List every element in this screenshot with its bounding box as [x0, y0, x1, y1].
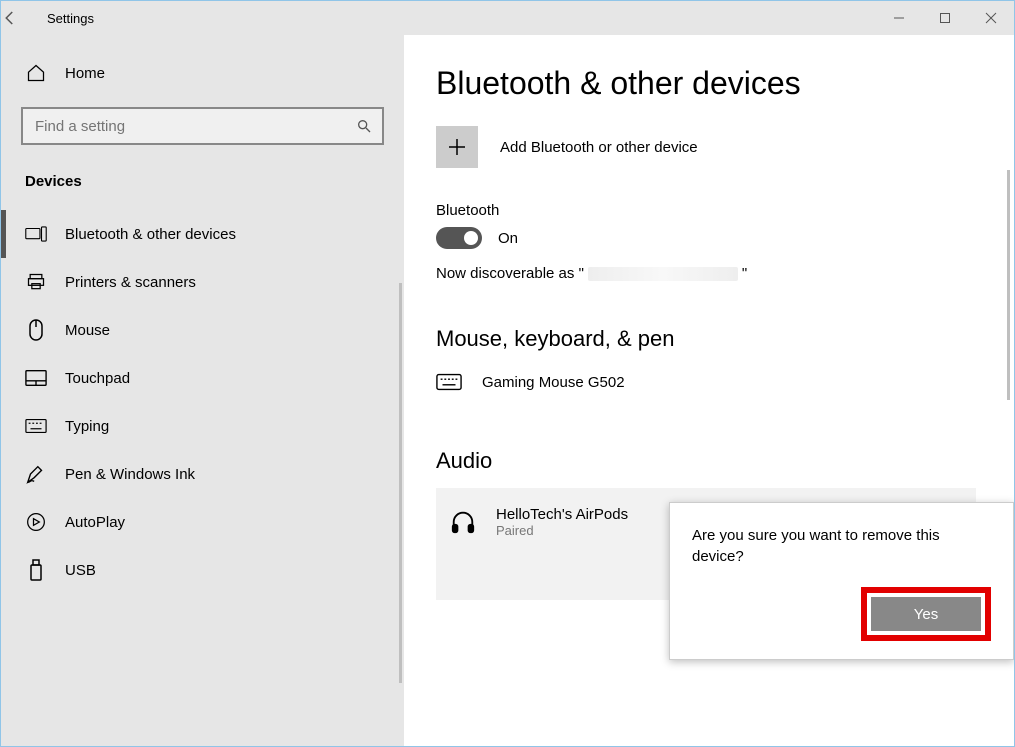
- sidebar-item-label: USB: [65, 562, 96, 579]
- usb-icon: [25, 559, 47, 581]
- pen-icon: [25, 463, 47, 485]
- sidebar-item-printers[interactable]: Printers & scanners: [21, 258, 384, 306]
- add-device-button[interactable]: Add Bluetooth or other device: [436, 126, 984, 168]
- bluetooth-label: Bluetooth: [436, 202, 984, 219]
- sidebar: Home Devices Bluetooth & other devices: [1, 35, 404, 746]
- device-name: HelloTech's AirPods: [496, 506, 628, 523]
- main-panel: Bluetooth & other devices Add Bluetooth …: [404, 35, 1014, 746]
- mouse-section-heading: Mouse, keyboard, & pen: [436, 326, 984, 352]
- sidebar-item-label: Bluetooth & other devices: [65, 226, 236, 243]
- yes-button[interactable]: Yes: [871, 597, 981, 631]
- search-icon: [356, 118, 372, 134]
- device-status: Paired: [496, 523, 628, 538]
- confirm-remove-dialog: Are you sure you want to remove this dev…: [669, 502, 1014, 660]
- window-controls: [876, 1, 1014, 35]
- discover-suffix: ": [742, 265, 747, 282]
- sidebar-item-label: Touchpad: [65, 370, 130, 387]
- sidebar-item-label: AutoPlay: [65, 514, 125, 531]
- search-input[interactable]: [33, 117, 356, 136]
- sidebar-scrollbar[interactable]: [399, 283, 402, 683]
- home-label: Home: [65, 65, 105, 82]
- search-box[interactable]: [21, 107, 384, 145]
- headphones-icon: [450, 508, 476, 536]
- redacted-name: [588, 267, 738, 281]
- sidebar-item-mouse[interactable]: Mouse: [21, 306, 384, 354]
- bluetooth-state: On: [498, 230, 518, 247]
- minimize-button[interactable]: [876, 1, 922, 35]
- nav-list: Bluetooth & other devices Printers & sca…: [21, 210, 384, 594]
- dialog-message: Are you sure you want to remove this dev…: [692, 525, 991, 567]
- sidebar-item-label: Printers & scanners: [65, 274, 196, 291]
- titlebar: Settings: [1, 1, 1014, 35]
- back-button[interactable]: [1, 9, 47, 27]
- sidebar-item-label: Mouse: [65, 322, 110, 339]
- keyboard-device-icon: [436, 372, 462, 392]
- device-row-mouse[interactable]: Gaming Mouse G502: [436, 366, 984, 398]
- main-scrollbar[interactable]: [1007, 170, 1010, 400]
- autoplay-icon: [25, 512, 47, 532]
- home-icon: [25, 63, 47, 83]
- plus-icon: [436, 126, 478, 168]
- sidebar-item-autoplay[interactable]: AutoPlay: [21, 498, 384, 546]
- active-indicator: [1, 210, 6, 258]
- close-button[interactable]: [968, 1, 1014, 35]
- touchpad-icon: [25, 369, 47, 387]
- settings-window: Settings Home: [0, 0, 1015, 747]
- devices-icon: [25, 225, 47, 243]
- window-title: Settings: [47, 11, 94, 26]
- tutorial-highlight: Yes: [861, 587, 991, 641]
- discover-prefix: Now discoverable as ": [436, 265, 584, 282]
- mouse-icon: [25, 319, 47, 341]
- discoverable-text: Now discoverable as " ": [436, 265, 984, 282]
- sidebar-item-pen[interactable]: Pen & Windows Ink: [21, 450, 384, 498]
- sidebar-item-label: Pen & Windows Ink: [65, 466, 195, 483]
- sidebar-item-touchpad[interactable]: Touchpad: [21, 354, 384, 402]
- home-nav[interactable]: Home: [21, 55, 384, 107]
- sidebar-item-bluetooth[interactable]: Bluetooth & other devices: [21, 210, 384, 258]
- keyboard-icon: [25, 418, 47, 434]
- device-name: Gaming Mouse G502: [482, 374, 625, 391]
- sidebar-item-usb[interactable]: USB: [21, 546, 384, 594]
- sidebar-item-label: Typing: [65, 418, 109, 435]
- maximize-button[interactable]: [922, 1, 968, 35]
- sidebar-item-typing[interactable]: Typing: [21, 402, 384, 450]
- page-title: Bluetooth & other devices: [436, 65, 984, 102]
- bluetooth-toggle[interactable]: [436, 227, 482, 249]
- section-heading: Devices: [21, 145, 384, 198]
- printer-icon: [25, 272, 47, 292]
- audio-section-heading: Audio: [436, 448, 984, 474]
- add-device-label: Add Bluetooth or other device: [500, 139, 698, 156]
